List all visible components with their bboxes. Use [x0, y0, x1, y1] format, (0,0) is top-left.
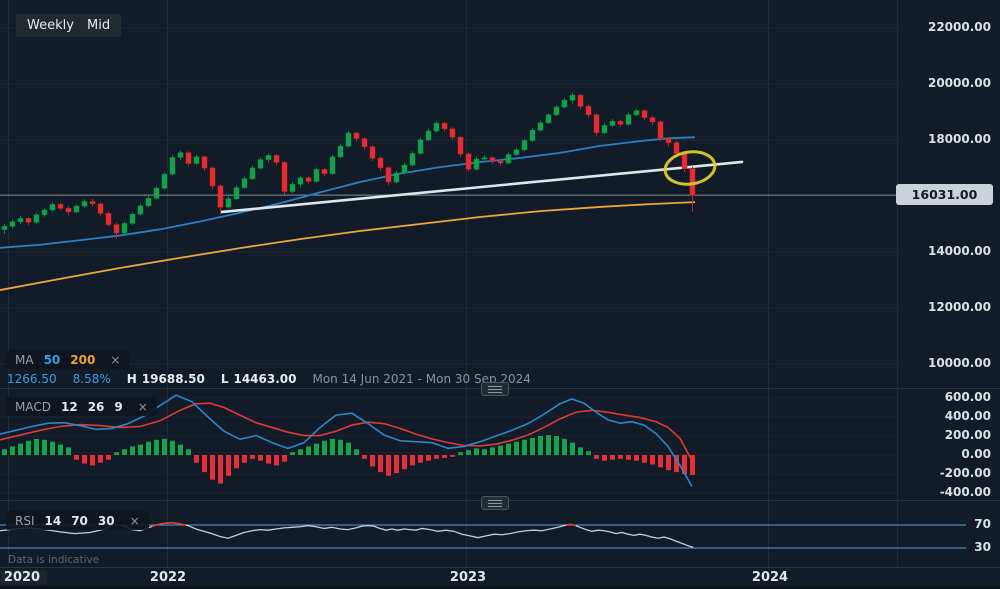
ma-label: MA	[15, 353, 34, 367]
price-type-button[interactable]: Mid	[76, 14, 121, 37]
timeframe-button[interactable]: Weekly	[16, 14, 85, 37]
macd-axis-label: -400.00	[940, 485, 991, 499]
rsi-param-length[interactable]: 14	[45, 514, 62, 528]
rsi-axis-label: 30	[974, 540, 991, 554]
high-prefix: H	[127, 372, 137, 386]
macd-axis-label: 600.00	[945, 390, 991, 404]
time-axis-label-2023: 2023	[450, 570, 486, 585]
rsi-axis-label: 70	[974, 517, 991, 531]
rsi-label: RSI	[15, 514, 35, 528]
low-prefix: L	[221, 372, 229, 386]
change-value: 1266.50	[7, 372, 57, 386]
price-axis-label: 22000.00	[928, 20, 991, 34]
trading-chart-window: 22000.00 20000.00 18000.00 14000.00 12000.00…	[0, 0, 1000, 589]
ma-info-row: 1266.50 8.58% H 19688.50 L 14463.00 Mon …	[7, 372, 531, 386]
time-axis-label-2024: 2024	[752, 570, 788, 585]
rsi-indicator-header: RSI 14 70 30 ×	[6, 511, 149, 530]
macd-close-icon[interactable]: ×	[138, 400, 148, 414]
macd-param-slow[interactable]: 26	[88, 400, 105, 414]
price-axis-label: 12000.00	[928, 300, 991, 314]
macd-param-fast[interactable]: 12	[61, 400, 78, 414]
macd-axis-label: 0.00	[961, 447, 991, 461]
price-axis-label: 10000.00	[928, 356, 991, 370]
macd-param-signal[interactable]: 9	[114, 400, 122, 414]
time-axis-label-2022: 2022	[150, 570, 186, 585]
macd-axis-label: -200.00	[940, 466, 991, 480]
price-axis-label: 20000.00	[928, 76, 991, 90]
rsi-param-upper[interactable]: 70	[71, 514, 88, 528]
high-value: 19688.50	[142, 372, 205, 386]
macd-label: MACD	[15, 400, 51, 414]
change-percent: 8.58%	[73, 372, 111, 386]
ma-close-icon[interactable]: ×	[110, 353, 120, 367]
price-axis-label: 14000.00	[928, 244, 991, 258]
low-value: 14463.00	[233, 372, 296, 386]
price-axis-label: 18000.00	[928, 132, 991, 146]
rsi-close-icon[interactable]: ×	[130, 514, 140, 528]
data-indicative-note: Data is indicative	[8, 554, 99, 566]
ma-indicator-header: MA 50 200 ×	[6, 350, 129, 369]
macd-axis-label: 400.00	[945, 409, 991, 423]
macd-axis-label: 200.00	[945, 428, 991, 442]
time-axis-label-2020: 2020	[0, 570, 47, 585]
macd-indicator-header: MACD 12 26 9 ×	[6, 397, 157, 416]
ma-period-50[interactable]: 50	[44, 353, 61, 367]
last-price-badge: 16031.00	[896, 184, 993, 205]
pane-resize-handle-macd[interactable]	[481, 382, 509, 396]
pane-resize-handle-rsi[interactable]	[481, 496, 509, 510]
ma-period-200[interactable]: 200	[70, 353, 95, 367]
rsi-param-lower[interactable]: 30	[98, 514, 115, 528]
